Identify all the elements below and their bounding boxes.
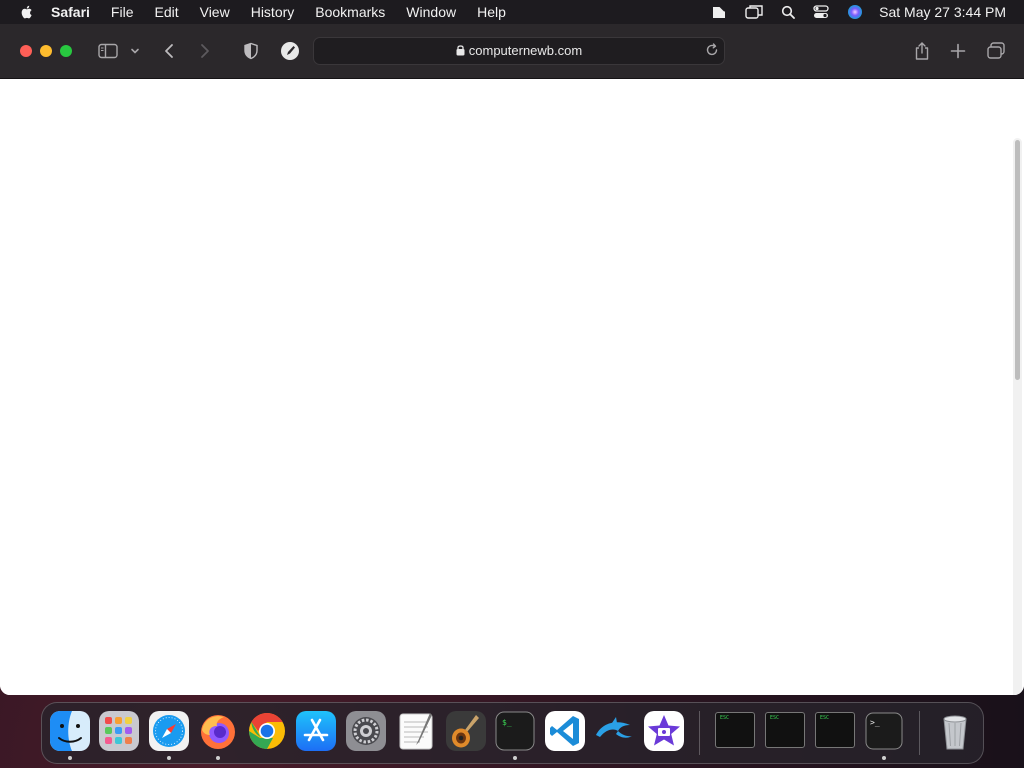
menu-help[interactable]: Help xyxy=(477,0,506,24)
chevron-down-icon[interactable] xyxy=(129,41,141,61)
forward-arrow-icon[interactable] xyxy=(196,41,214,61)
reload-icon[interactable] xyxy=(705,43,719,62)
minimize-window-button[interactable] xyxy=(40,45,52,57)
new-tab-plus-icon[interactable] xyxy=(948,41,968,61)
dock-dolphin-icon[interactable] xyxy=(594,711,634,751)
dock-firefox-icon[interactable] xyxy=(198,711,238,751)
svg-text:>_: >_ xyxy=(870,718,880,727)
dock-vscode-icon[interactable] xyxy=(545,711,585,751)
tab-overview-icon[interactable] xyxy=(985,41,1007,61)
dock-terminal-window-icon[interactable]: >_ xyxy=(864,711,904,751)
notes-icon[interactable] xyxy=(711,4,727,20)
finder-running-indicator xyxy=(68,756,72,760)
menu-bookmarks[interactable]: Bookmarks xyxy=(315,0,385,24)
dock-textedit-icon[interactable] xyxy=(396,711,436,751)
menu-edit[interactable]: Edit xyxy=(154,0,178,24)
web-content-area[interactable] xyxy=(0,79,1024,695)
dock-chrome-icon[interactable] xyxy=(247,711,287,751)
menu-app-name[interactable]: Safari xyxy=(51,0,90,24)
dock-system-preferences-icon[interactable] xyxy=(346,711,386,751)
menubar-clock[interactable]: Sat May 27 3:44 PM xyxy=(879,4,1006,20)
menu-window[interactable]: Window xyxy=(406,0,456,24)
back-arrow-icon[interactable] xyxy=(160,41,178,61)
menu-file[interactable]: File xyxy=(111,0,134,24)
dock-garageband-icon[interactable] xyxy=(446,711,486,751)
dock-minimized-window-2[interactable]: ESC xyxy=(765,712,805,748)
dock-minimized-window-3[interactable]: ESC xyxy=(815,712,855,748)
extension-icon[interactable] xyxy=(279,41,301,61)
terminal-running-indicator xyxy=(513,756,517,760)
dock-finder-icon[interactable] xyxy=(50,711,90,751)
dock-imovie-icon[interactable] xyxy=(644,711,684,751)
dock-launchpad-icon[interactable] xyxy=(99,711,139,751)
spotlight-search-icon[interactable] xyxy=(781,5,796,19)
vertical-scrollbar[interactable] xyxy=(1013,138,1022,695)
screen-mirroring-icon[interactable] xyxy=(745,4,763,20)
close-window-button[interactable] xyxy=(20,45,32,57)
privacy-shield-icon[interactable] xyxy=(242,41,260,61)
terminal-window-running-indicator xyxy=(882,756,886,760)
scrollbar-thumb[interactable] xyxy=(1015,140,1020,380)
lock-icon xyxy=(456,39,465,65)
dock-separator xyxy=(699,711,700,755)
menu-history[interactable]: History xyxy=(251,0,295,24)
apple-logo-icon[interactable] xyxy=(19,4,35,20)
firefox-running-indicator xyxy=(216,756,220,760)
sidebar-icon[interactable] xyxy=(97,41,119,61)
menu-bar: Safari File Edit View History Bookmarks … xyxy=(0,0,1024,24)
dock-app-store-icon[interactable] xyxy=(296,711,336,751)
safari-running-indicator xyxy=(167,756,171,760)
siri-icon[interactable] xyxy=(847,4,863,20)
dock-minimized-window-1[interactable]: ESC xyxy=(715,712,755,748)
dock-trash-icon[interactable] xyxy=(935,711,975,751)
fullscreen-window-button[interactable] xyxy=(60,45,72,57)
menu-view[interactable]: View xyxy=(200,0,230,24)
svg-text:$_: $_ xyxy=(502,718,512,727)
share-icon[interactable] xyxy=(912,41,932,61)
address-bar[interactable]: computernewb.com xyxy=(313,37,725,65)
url-text: computernewb.com xyxy=(468,43,583,58)
safari-toolbar: computernewb.com xyxy=(0,24,1024,79)
safari-window: computernewb.com xyxy=(0,24,1024,695)
control-center-icon[interactable] xyxy=(813,5,829,19)
dock-separator-trash xyxy=(919,711,920,755)
dock: $_ ESC ESC ESC >_ xyxy=(41,702,984,764)
dock-safari-icon[interactable] xyxy=(149,711,189,751)
dock-terminal-icon[interactable]: $_ xyxy=(495,711,535,751)
